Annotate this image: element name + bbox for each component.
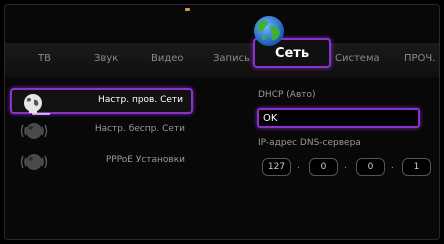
dns-separator: . <box>391 161 394 171</box>
connection-status-value: OK <box>263 113 278 124</box>
sidebar-item-label: Настр. пров. Сети <box>98 95 183 105</box>
dns-octet-2-input[interactable]: 0 <box>309 158 338 176</box>
tab-other[interactable]: ПРОЧ. <box>404 53 435 64</box>
tab-video[interactable]: Видео <box>151 53 184 64</box>
dns-octet-3-input[interactable]: 0 <box>356 158 385 176</box>
globe-icon <box>254 16 284 46</box>
dns-server-label: IP-адрес DNS-сервера <box>258 138 361 148</box>
dns-octet-4-input[interactable]: 1 <box>402 158 431 176</box>
sidebar-item-wired-network[interactable]: Настр. пров. Сети <box>10 88 193 115</box>
sidebar-item-label: PPPoE Установки <box>105 155 185 165</box>
connection-status-field[interactable]: OK <box>257 108 420 128</box>
tab-tv[interactable]: ТВ <box>38 53 51 64</box>
sidebar-item-label: Настр. беспр. Сети <box>94 124 185 134</box>
dns-separator: . <box>297 161 300 171</box>
tab-system[interactable]: Система <box>335 53 380 64</box>
dns-separator: . <box>344 161 347 171</box>
dhcp-label: DHCP (Авто) <box>258 90 316 100</box>
sidebar-item-pppoe[interactable]: PPPoE Установки <box>10 149 193 175</box>
sidebar-item-wireless-network[interactable]: Настр. беспр. Сети <box>10 118 193 144</box>
indicator-mark <box>185 8 190 11</box>
tab-sound[interactable]: Звук <box>94 53 118 64</box>
wired-network-icon <box>24 94 50 115</box>
dns-octet-1-input[interactable]: 127 <box>262 158 291 176</box>
wireless-network-icon <box>20 123 48 139</box>
pppoe-icon <box>20 154 48 170</box>
tab-record[interactable]: Запись <box>213 53 250 64</box>
